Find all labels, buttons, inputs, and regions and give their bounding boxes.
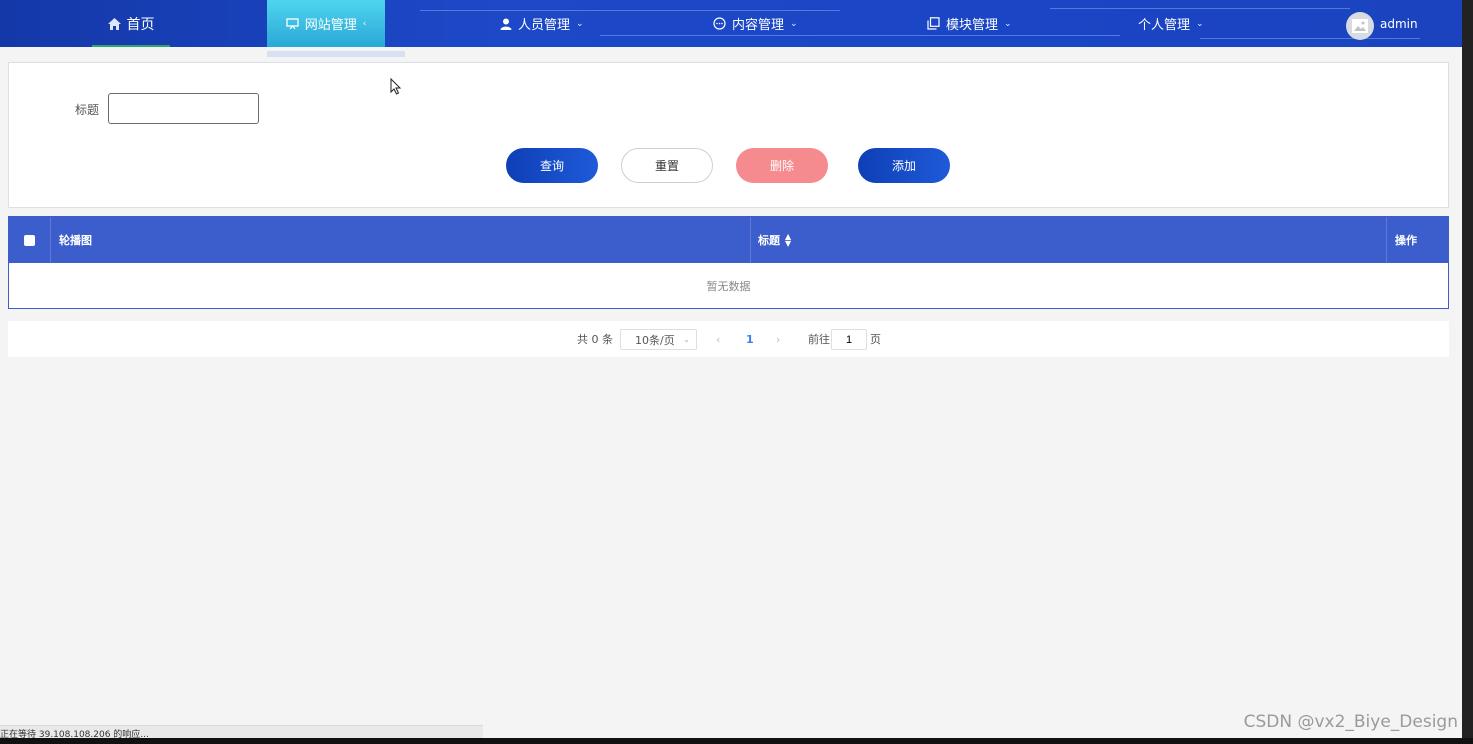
select-all-cell — [9, 217, 51, 263]
window-edge — [1462, 0, 1473, 744]
chevron-down-icon: ⌄ — [1004, 18, 1012, 29]
reset-button[interactable]: 重置 — [621, 148, 713, 183]
nav-website-label: 网站管理 — [304, 18, 357, 33]
nav-module-management[interactable]: 模块管理 ⌄ — [927, 0, 1012, 47]
chevron-down-icon: ⌄ — [1196, 18, 1204, 29]
nav-home[interactable]: 首页 — [92, 0, 170, 47]
watermark: CSDN @vx2_Biye_Design — [1243, 712, 1458, 732]
column-image-label: 轮播图 — [59, 234, 92, 247]
nav-personal-management[interactable]: 个人管理 ⌄ — [1138, 0, 1204, 47]
pagination: 共 0 条 10条/页 ⌄ ‹ 1 › 前往 页 — [8, 321, 1449, 357]
column-header-actions: 操作 — [1395, 217, 1417, 263]
delete-button[interactable]: 删除 — [736, 148, 828, 183]
sort-icon[interactable]: ▲ ▼ — [785, 233, 791, 248]
copy-icon — [927, 17, 940, 30]
nav-people-label: 人员管理 — [518, 18, 571, 33]
nav-website-management[interactable]: 网站管理 ‹ — [267, 0, 385, 47]
image-icon — [1352, 19, 1368, 33]
column-header-image: 轮播图 — [59, 217, 92, 263]
nav-home-label: 首页 — [126, 16, 155, 33]
query-button[interactable]: 查询 — [506, 148, 598, 183]
nav-people-management[interactable]: 人员管理 ⌄ — [499, 0, 584, 47]
select-all-checkbox[interactable] — [24, 234, 35, 246]
column-title-label: 标题 — [758, 234, 780, 247]
chevron-down-icon: ⌄ — [790, 18, 798, 29]
prev-page-button[interactable]: ‹ — [716, 321, 720, 357]
nav-content-management[interactable]: 内容管理 ⌄ — [713, 0, 798, 47]
chat-icon — [713, 17, 726, 30]
add-button[interactable]: 添加 — [858, 148, 950, 183]
total-count: 共 0 条 — [577, 333, 613, 346]
page-size-select[interactable]: 10条/页 ⌄ — [620, 329, 697, 350]
monitor-icon — [286, 17, 299, 30]
top-navbar: 首页 网站管理 ‹ 人员管理 ⌄ 内容管理 ⌄ 模块管理 ⌄ 个人管理 ⌄ ad… — [0, 0, 1462, 47]
nav-personal-label: 个人管理 — [1138, 18, 1191, 33]
nav-content-label: 内容管理 — [732, 18, 785, 33]
column-actions-label: 操作 — [1395, 234, 1417, 247]
website-dropdown-indicator — [267, 51, 405, 57]
page-size-value: 10条/页 — [635, 333, 675, 347]
active-underline — [92, 45, 170, 47]
user-name[interactable]: admin — [1380, 17, 1418, 31]
table-header: 轮播图 标题 ▲ ▼ 操作 — [9, 217, 1448, 263]
goto-label: 前往 — [808, 333, 830, 346]
chevron-left-icon: ‹ — [362, 18, 367, 29]
title-search-input[interactable] — [108, 93, 259, 124]
page-number-current[interactable]: 1 — [746, 321, 754, 357]
goto-page-input[interactable] — [831, 329, 867, 350]
chevron-down-icon: ⌄ — [683, 335, 690, 344]
chevron-down-icon: ⌄ — [576, 18, 584, 29]
column-header-title[interactable]: 标题 ▲ ▼ — [758, 217, 791, 263]
next-page-button[interactable]: › — [776, 321, 780, 357]
mouse-cursor-icon — [390, 78, 402, 95]
home-icon — [107, 17, 121, 30]
carousel-table: 轮播图 标题 ▲ ▼ 操作 暂无数据 — [8, 216, 1449, 309]
empty-state-text: 暂无数据 — [706, 279, 751, 293]
search-panel — [8, 62, 1449, 208]
avatar[interactable] — [1346, 12, 1374, 40]
title-label: 标题 — [75, 103, 100, 117]
nav-module-label: 模块管理 — [946, 18, 999, 33]
window-bottom-edge — [0, 738, 1473, 744]
page-unit-label: 页 — [870, 333, 881, 346]
user-icon — [499, 17, 512, 30]
